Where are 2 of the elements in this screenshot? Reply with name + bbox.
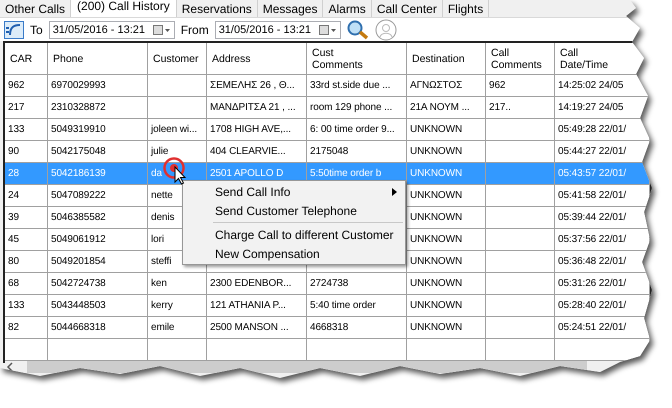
- to-label: To: [30, 22, 43, 36]
- from-label: From: [180, 22, 209, 36]
